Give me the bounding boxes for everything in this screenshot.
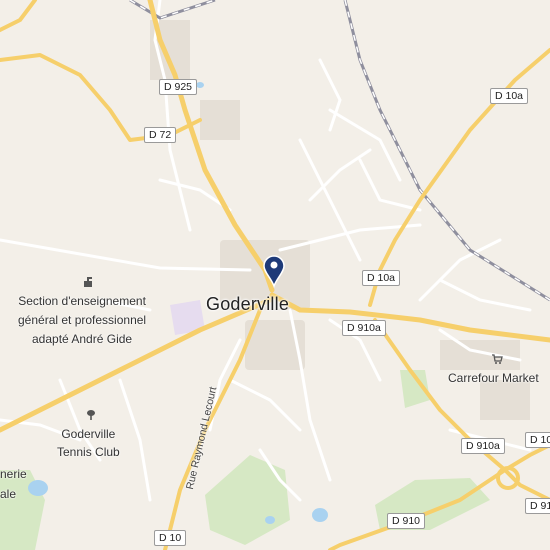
road-label-d925: D 925 <box>159 79 198 95</box>
map-graphics <box>0 0 550 550</box>
field-green <box>205 455 290 545</box>
road-label-d10-right: D 10 <box>525 432 550 448</box>
railway <box>129 0 550 302</box>
town-label[interactable]: Goderville <box>206 292 289 316</box>
school-icon[interactable] <box>82 276 94 288</box>
cart-icon[interactable] <box>491 353 503 365</box>
poi-school-line-1: Section d'enseignement <box>18 294 146 308</box>
road-label-d910a-low: D 910a <box>461 438 505 454</box>
poi-partial-left-label: nerie ale <box>0 464 27 504</box>
road-label-d72: D 72 <box>144 127 177 143</box>
tennis-icon[interactable] <box>85 409 97 421</box>
road-label-d10a-top: D 10a <box>490 88 529 104</box>
map-canvas[interactable]: D 925 D 72 D 10a D 10a D 910a D 910a D 9… <box>0 0 550 550</box>
road-label-d910: D 910 <box>387 513 426 529</box>
poi-partial-line-2: ale <box>0 487 17 501</box>
road-label-d910a-mid: D 910a <box>342 320 386 336</box>
poi-partial-line-1: nerie <box>0 467 27 481</box>
road-label-d10: D 10 <box>154 530 187 546</box>
poi-school-line-3: adapté André Gide <box>32 332 133 346</box>
poi-tennis-line-2: Tennis Club <box>57 445 120 459</box>
poi-tennis-label[interactable]: Goderville Tennis Club <box>57 425 120 461</box>
poi-school-line-2: général et professionnel <box>18 313 147 327</box>
poi-carrefour-label[interactable]: Carrefour Market <box>448 371 539 385</box>
road-label-d91-right: D 91 <box>525 498 550 514</box>
poi-school-label[interactable]: Section d'enseignement général et profes… <box>18 292 146 349</box>
road-label-d10a-mid: D 10a <box>362 270 401 286</box>
poi-tennis-line-1: Goderville <box>61 427 116 441</box>
